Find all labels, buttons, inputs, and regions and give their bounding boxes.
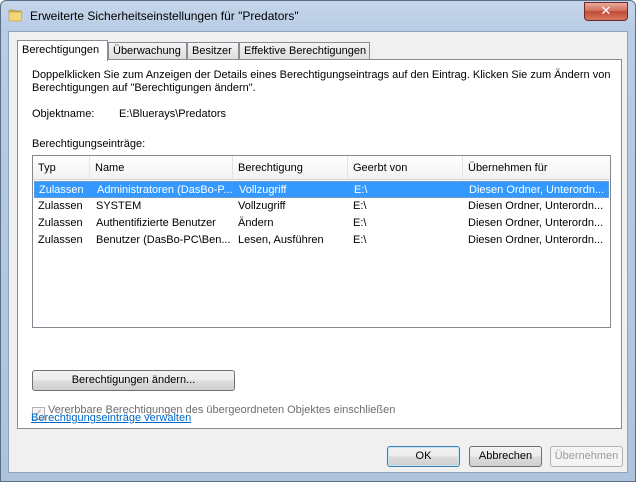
cell-geerbt: E:\ — [354, 184, 368, 196]
permissions-tab-panel: Doppelklicken Sie zum Anzeigen der Detai… — [17, 59, 622, 429]
permission-entries-label: Berechtigungseinträge: — [32, 138, 146, 150]
title-bar[interactable]: Erweiterte Sicherheitseinstellungen für … — [1, 1, 635, 31]
tab-berechtigungen[interactable]: Berechtigungen — [17, 40, 108, 61]
tab-effektive-berechtigungen[interactable]: Effektive Berechtigungen — [239, 42, 370, 60]
tab-ueberwachung[interactable]: Überwachung — [108, 42, 187, 60]
table-row[interactable]: Zulassen Administratoren (DasBo-P... Vol… — [34, 181, 609, 198]
cell-uebernehmen: Diesen Ordner, Unterordn... — [469, 184, 605, 196]
cancel-button[interactable]: Abbrechen — [469, 446, 542, 467]
cell-geerbt: E:\ — [353, 217, 367, 229]
cell-berechtigung: Lesen, Ausführen — [238, 234, 324, 246]
cell-typ: Zulassen — [38, 217, 83, 229]
column-header-name[interactable]: Name — [90, 156, 233, 180]
cell-geerbt: E:\ — [353, 200, 367, 212]
cell-berechtigung: Ändern — [238, 217, 274, 229]
cell-berechtigung: Vollzugriff — [239, 184, 287, 196]
column-header-typ[interactable]: Typ — [33, 156, 90, 180]
folder-icon — [8, 7, 24, 23]
list-header: Typ Name Berechtigung Geerbt von Überneh… — [33, 156, 610, 180]
cell-geerbt: E:\ — [353, 234, 367, 246]
tab-besitzer[interactable]: Besitzer — [187, 42, 239, 60]
window-title: Erweiterte Sicherheitseinstellungen für … — [30, 9, 299, 23]
cell-name: Authentifizierte Benutzer — [96, 217, 216, 229]
column-header-geerbt-von[interactable]: Geerbt von — [348, 156, 463, 180]
object-name-value: E:\Bluerays\Predators — [119, 108, 226, 120]
manage-permission-entries-link[interactable]: Berechtigungseinträge verwalten — [31, 412, 191, 424]
cell-typ: Zulassen — [38, 200, 83, 212]
cell-uebernehmen: Diesen Ordner, Unterordn... — [468, 200, 604, 212]
cell-name: Administratoren (DasBo-P... — [97, 184, 233, 196]
table-row[interactable]: Zulassen SYSTEM Vollzugriff E:\ Diesen O… — [34, 198, 609, 215]
change-permissions-button[interactable]: Berechtigungen ändern... — [32, 370, 235, 391]
cell-typ: Zulassen — [38, 234, 83, 246]
cell-uebernehmen: Diesen Ordner, Unterordn... — [468, 234, 604, 246]
apply-button[interactable]: Übernehmen — [550, 446, 623, 467]
table-row[interactable]: Zulassen Benutzer (DasBo-PC\Ben... Lesen… — [34, 232, 609, 249]
ok-button[interactable]: OK — [387, 446, 460, 467]
dialog-window: Erweiterte Sicherheitseinstellungen für … — [0, 0, 636, 482]
cell-typ: Zulassen — [39, 184, 84, 196]
cell-name: Benutzer (DasBo-PC\Ben... — [96, 234, 231, 246]
object-name-label: Objektname: — [32, 108, 95, 120]
close-button[interactable]: ✕ — [584, 2, 628, 21]
dialog-client-area: Berechtigungen Überwachung Besitzer Effe… — [8, 31, 628, 473]
close-icon: ✕ — [600, 4, 612, 19]
cell-berechtigung: Vollzugriff — [238, 200, 286, 212]
table-row[interactable]: Zulassen Authentifizierte Benutzer Änder… — [34, 215, 609, 232]
column-header-uebernehmen-fuer[interactable]: Übernehmen für — [463, 156, 610, 180]
column-header-berechtigung[interactable]: Berechtigung — [233, 156, 348, 180]
cell-name: SYSTEM — [96, 200, 142, 212]
cell-uebernehmen: Diesen Ordner, Unterordn... — [468, 217, 604, 229]
permission-entries-list[interactable]: Typ Name Berechtigung Geerbt von Überneh… — [32, 155, 611, 328]
instructions-text: Doppelklicken Sie zum Anzeigen der Detai… — [32, 69, 611, 94]
